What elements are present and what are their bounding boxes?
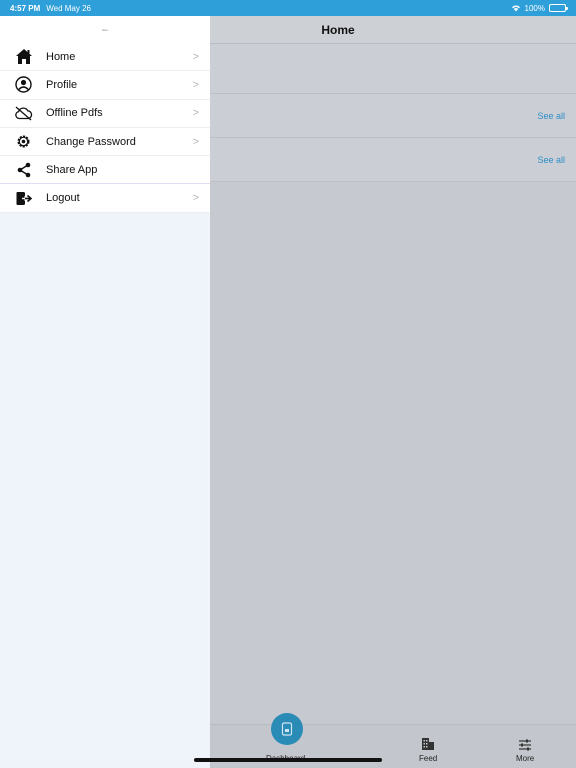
chevron-right-icon: > — [192, 50, 199, 63]
tab-more-label: More — [516, 754, 535, 763]
menu-item-home[interactable]: Home > — [0, 43, 210, 72]
page-title: Home — [321, 22, 355, 37]
logout-icon — [14, 189, 33, 208]
battery-icon — [549, 4, 568, 12]
tab-feed[interactable]: Feed — [419, 737, 437, 763]
dashboard-fab-button[interactable] — [271, 713, 303, 745]
tab-more[interactable]: More — [516, 739, 534, 763]
home-icon — [14, 47, 33, 66]
menu-item-change-password[interactable]: Change Password > — [0, 128, 210, 157]
wifi-icon — [511, 5, 520, 12]
chevron-right-icon: > — [192, 78, 199, 91]
status-date: Wed May 26 — [46, 3, 91, 13]
section-row-1: See all — [210, 94, 576, 138]
main-header: Home — [210, 16, 576, 44]
sliders-icon — [519, 739, 532, 751]
menu-item-label: Profile — [46, 78, 78, 91]
home-indicator — [194, 758, 382, 762]
user-icon — [14, 75, 33, 94]
status-bar: 4:57 PM Wed May 26 100% — [0, 0, 576, 16]
section-row-2: See all — [210, 138, 576, 182]
drawer-header: Edu — [0, 16, 210, 43]
side-drawer: Edu Home > Profile > Offline Pdfs > Chan… — [0, 16, 210, 768]
drawer-menu: Home > Profile > Offline Pdfs > Change P… — [0, 43, 210, 213]
menu-item-label: Change Password — [46, 135, 136, 148]
menu-item-share-app[interactable]: Share App — [0, 156, 210, 185]
menu-item-profile[interactable]: Profile > — [0, 71, 210, 100]
cloud-off-icon — [14, 104, 33, 123]
see-all-link-2[interactable]: See all — [537, 155, 565, 165]
chevron-right-icon: > — [192, 107, 199, 120]
menu-item-label: Logout — [46, 192, 80, 205]
menu-item-label: Share App — [46, 163, 98, 176]
document-icon — [281, 722, 293, 736]
status-time: 4:57 PM — [10, 3, 41, 13]
battery-percent: 100% — [524, 3, 545, 13]
menu-item-logout[interactable]: Logout > — [0, 184, 210, 213]
main-content: Home See all See all Dashboard Feed — [210, 16, 576, 768]
share-icon — [14, 160, 33, 179]
menu-item-label: Home — [46, 50, 76, 63]
chevron-right-icon: > — [192, 135, 199, 148]
banner-section — [210, 44, 576, 94]
menu-item-label: Offline Pdfs — [46, 107, 103, 120]
chevron-right-icon: > — [192, 192, 199, 205]
see-all-link-1[interactable]: See all — [537, 111, 565, 121]
menu-item-offline-pdfs[interactable]: Offline Pdfs > — [0, 100, 210, 128]
tab-feed-label: Feed — [419, 754, 438, 763]
gear-icon — [14, 132, 33, 151]
app-logo: Edu — [102, 27, 108, 32]
building-icon — [422, 738, 435, 750]
